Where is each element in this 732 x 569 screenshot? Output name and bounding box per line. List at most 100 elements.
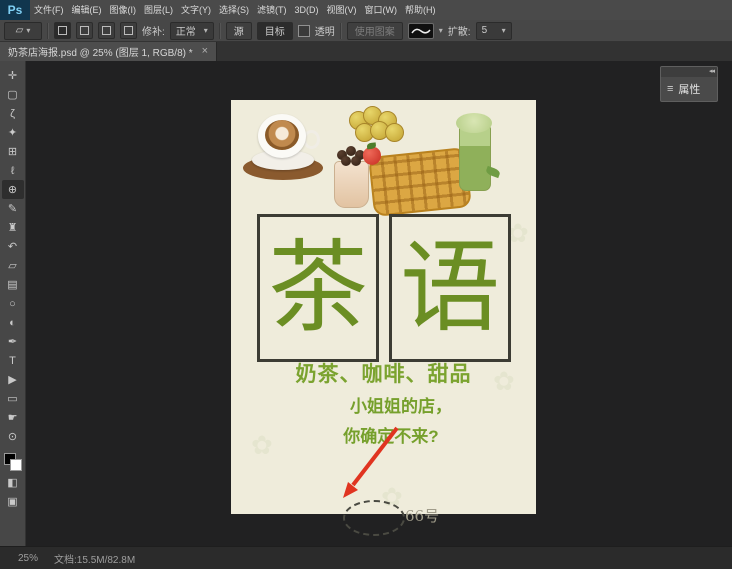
poster-line2: 小姐姐的店， <box>350 397 452 416</box>
char-frame-left: 茶 <box>257 214 379 362</box>
status-bar: 25% 文档:15.5M/82.8M <box>0 546 732 569</box>
panel-collapse-header[interactable]: ◂◂ <box>661 67 717 77</box>
options-bar: ▱ ▾ 修补: 正常 ▾ 源 目标 透明 使用图案 ▾ 扩散: 5 ▾ <box>0 20 732 42</box>
menu-file[interactable]: 文件(F) <box>30 0 68 20</box>
chevron-down-icon: ▾ <box>501 26 506 35</box>
tool-path-select[interactable]: ▶ <box>2 370 24 389</box>
tool-clone-stamp[interactable]: ♜ <box>2 218 24 237</box>
tool-dodge[interactable]: ◐ <box>2 313 24 332</box>
tool-eraser[interactable]: ▱ <box>2 256 24 275</box>
photoshop-logo: Ps <box>0 0 30 20</box>
matcha-froth <box>456 113 492 133</box>
pattern-stroke-icon <box>411 28 431 33</box>
zoom-level-field[interactable]: 25% <box>18 553 38 564</box>
source-button[interactable]: 源 <box>225 21 252 40</box>
glass <box>459 126 491 191</box>
color-swatches[interactable] <box>3 453 22 471</box>
diffusion-select[interactable]: 5 ▾ <box>475 21 512 40</box>
poster-char-yu: 语 <box>400 229 500 346</box>
tool-quick-mask[interactable]: ◧ <box>2 473 24 492</box>
intersect-selection-button[interactable] <box>120 22 137 39</box>
tool-zoom[interactable]: ⊙ <box>2 427 24 446</box>
background-color-swatch[interactable] <box>9 459 22 471</box>
expand-arrows-icon: ◂◂ <box>708 68 715 75</box>
menu-image[interactable]: 图像(I) <box>106 0 141 20</box>
canvas-area[interactable]: ✿ ✿ ✿ ✿ 茶 语 奶茶、咖啡、甜品 小姐姐的店， 你确定不来? 66号 ◂… <box>26 61 732 546</box>
destination-button[interactable]: 目标 <box>256 21 293 40</box>
tool-healing-patch[interactable]: ⊕ <box>1 180 24 199</box>
menu-layer[interactable]: 图层(L) <box>140 0 177 20</box>
patch-label: 修补: <box>142 27 165 38</box>
menu-filter[interactable]: 滤镜(T) <box>253 0 291 20</box>
tool-shape[interactable]: ▭ <box>2 389 24 408</box>
matcha-drink-image <box>455 110 501 196</box>
chevron-down-icon: ▾ <box>203 26 208 35</box>
diffusion-label: 扩散: <box>447 27 471 38</box>
chevron-down-icon: ▾ <box>26 26 31 35</box>
new-selection-icon <box>58 26 67 35</box>
diffusion-value: 5 <box>481 25 488 36</box>
subtract-selection-icon <box>102 26 111 35</box>
menu-view[interactable]: 视图(V) <box>323 0 361 20</box>
lemon-ball <box>385 123 404 142</box>
tool-marquee[interactable]: ▢ <box>2 85 24 104</box>
patch-mode-select[interactable]: 正常 ▾ <box>169 21 214 40</box>
tool-move[interactable]: ✛ <box>2 66 24 85</box>
properties-label: 属性 <box>678 84 701 96</box>
poster-document[interactable]: ✿ ✿ ✿ ✿ 茶 语 奶茶、咖啡、甜品 小姐姐的店， 你确定不来? 66号 <box>231 100 536 536</box>
document-tab-bar: 奶茶店海报.psd @ 25% (图层 1, RGB/8) * × <box>0 42 732 62</box>
coffee-cup-image <box>243 110 327 182</box>
chevron-down-icon[interactable]: ▾ <box>439 26 443 35</box>
document-size-info: 文档:15.5M/82.8M <box>54 554 136 566</box>
patch-tool-icon: ▱ <box>15 25 24 36</box>
ellipse-selection-marquee[interactable] <box>343 500 405 536</box>
new-selection-button[interactable] <box>54 22 71 39</box>
menu-window[interactable]: 窗口(W) <box>361 0 402 20</box>
menu-help[interactable]: 帮助(H) <box>401 0 440 20</box>
tapioca-pearl <box>351 156 361 166</box>
properties-panel-button[interactable]: ≡ 属性 <box>661 77 717 101</box>
poster-subtitle: 奶茶、咖啡、甜品 <box>295 363 472 386</box>
subtract-selection-button[interactable] <box>98 22 115 39</box>
properties-icon: ≡ <box>667 82 674 95</box>
tapioca-pearl <box>341 156 351 166</box>
separator <box>339 22 342 39</box>
tool-screen-mode[interactable]: ▣ <box>2 492 24 511</box>
separator <box>218 22 221 39</box>
lemon-balls-image <box>347 106 405 144</box>
pattern-picker[interactable] <box>407 22 434 39</box>
properties-panel-collapsed: ◂◂ ≡ 属性 <box>660 66 718 102</box>
tool-hand[interactable]: ☛ <box>2 408 24 427</box>
add-selection-icon <box>80 26 89 35</box>
separator <box>47 22 49 39</box>
tool-pen[interactable]: ✒ <box>2 332 24 351</box>
tool-eyedropper[interactable]: ℓ <box>2 161 24 180</box>
close-icon[interactable]: × <box>202 46 208 57</box>
menu-edit[interactable]: 编辑(E) <box>68 0 106 20</box>
add-selection-button[interactable] <box>76 22 93 39</box>
tool-type[interactable]: T <box>2 351 24 370</box>
poster-address-text: 66号 <box>405 507 440 525</box>
poster-char-tea: 茶 <box>268 229 368 346</box>
menu-select[interactable]: 选择(S) <box>215 0 253 20</box>
menu-3d[interactable]: 3D(D) <box>291 0 323 20</box>
tool-history-brush[interactable]: ↶ <box>2 237 24 256</box>
tool-brush[interactable]: ✎ <box>2 199 24 218</box>
tool-quick-select[interactable]: ✦ <box>2 123 24 142</box>
menu-bar: Ps 文件(F) 编辑(E) 图像(I) 图层(L) 文字(Y) 选择(S) 滤… <box>0 0 732 21</box>
tool-lasso[interactable]: ζ <box>2 104 24 123</box>
document-tab[interactable]: 奶茶店海报.psd @ 25% (图层 1, RGB/8) * × <box>0 42 218 61</box>
document-tab-title: 奶茶店海报.psd @ 25% (图层 1, RGB/8) * <box>8 48 193 59</box>
menu-type[interactable]: 文字(Y) <box>177 0 215 20</box>
tool-gradient[interactable]: ▤ <box>2 275 24 294</box>
intersect-selection-icon <box>124 26 133 35</box>
use-pattern-button[interactable]: 使用图案 <box>346 21 403 40</box>
transparent-label: 透明 <box>314 27 335 38</box>
patch-mode-value: 正常 <box>175 27 196 38</box>
tool-crop[interactable]: ⊞ <box>2 142 24 161</box>
tool-blur[interactable]: ○ <box>2 294 24 313</box>
tools-panel: ✛ ▢ ζ ✦ ⊞ ℓ ⊕ ✎ ♜ ↶ ▱ ▤ ○ ◐ ✒ T ▶ ▭ ☛ ⊙ … <box>0 61 26 546</box>
transparent-checkbox[interactable] <box>297 24 310 37</box>
bubble-tea-cup <box>334 161 369 208</box>
tool-preset-picker[interactable]: ▱ ▾ <box>4 21 42 40</box>
